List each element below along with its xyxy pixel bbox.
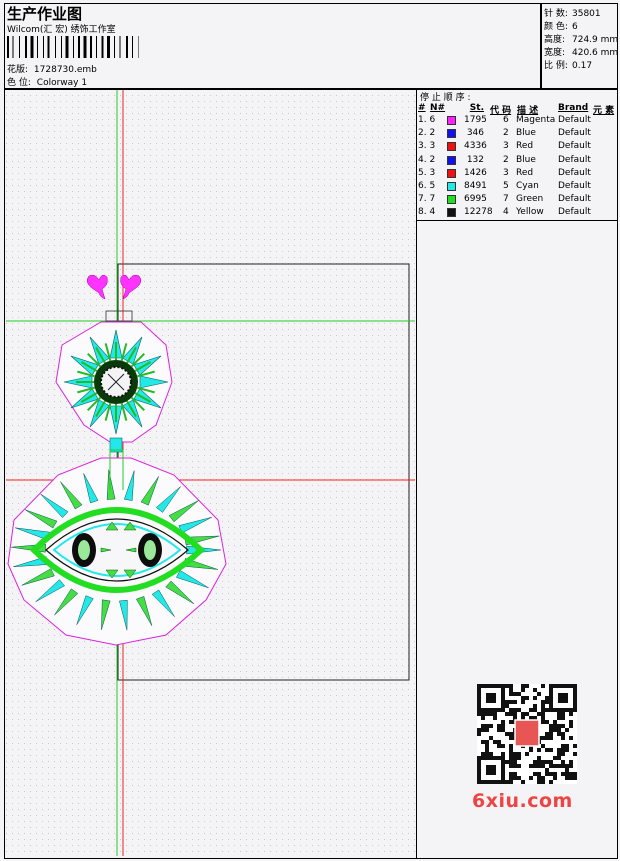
sequence-num: 7. 7 <box>418 194 436 205</box>
sequence-desc: Red <box>516 141 534 152</box>
stat-value: 724.9 mm <box>572 35 619 45</box>
sequence-desc: Blue <box>516 128 536 139</box>
design-canvas <box>6 90 415 856</box>
stop-sequence-title: 停 止 顺 序 : <box>420 93 471 103</box>
sequence-num: 6. 5 <box>418 181 436 191</box>
stat-width: 宽度: 420.6 mm <box>544 45 618 58</box>
sequence-st: 1795 <box>464 115 487 125</box>
sequence-brand: Default <box>558 141 591 152</box>
sequence-brand: Default <box>558 181 591 191</box>
sequence-code: 2 <box>503 128 509 139</box>
sequence-st: 6995 <box>464 194 487 205</box>
sequence-row: 1. 6 1795 6 Magenta Default <box>418 115 618 128</box>
col-header-n: N# <box>430 103 446 113</box>
color-swatch <box>447 142 456 152</box>
qr-code <box>477 684 577 784</box>
stat-height: 高度: 724.9 mm <box>544 32 618 45</box>
sequence-num: 5. 3 <box>418 167 436 178</box>
sequence-desc: Red <box>516 167 534 178</box>
color-swatch <box>447 195 456 205</box>
stat-scale: 比 例: 0.17 <box>544 58 592 71</box>
colorway-label: 色 位: <box>7 78 31 88</box>
sequence-num: 1. 6 <box>418 115 436 125</box>
watermark-logo: 6xiu.com <box>472 790 573 812</box>
sequence-num: 8. 4 <box>418 207 436 218</box>
sequence-brand: Default <box>558 194 591 205</box>
color-swatch <box>447 182 456 191</box>
color-swatch <box>447 168 456 178</box>
sequence-code: 7 <box>503 194 509 205</box>
color-swatch <box>447 129 456 139</box>
sequence-row: 8. 4 12278 4 Yellow Default <box>418 207 618 220</box>
colorway-value: Colorway 1 <box>36 78 88 88</box>
sequence-code: 3 <box>503 167 509 178</box>
stat-label: 宽度: <box>544 48 566 58</box>
sequence-desc: Green <box>516 194 544 205</box>
sequence-desc: Blue <box>516 154 536 165</box>
sequence-code: 6 <box>503 115 509 125</box>
sequence-st: 4336 <box>464 141 487 152</box>
sequence-brand: Default <box>558 128 591 139</box>
sequence-brand: Default <box>558 167 591 178</box>
sequence-row: 7. 7 6995 7 Green Default <box>418 194 618 207</box>
pattern-value: 1728730.emb <box>33 65 97 75</box>
sequence-st: 132 <box>466 154 484 165</box>
sequence-desc: Magenta <box>516 115 556 125</box>
stat-label: 颜 色: <box>544 22 568 32</box>
sequence-row: 2. 2 346 2 Blue Default <box>418 128 618 141</box>
stat-value: 420.6 mm <box>572 48 619 58</box>
col-header-brand: Brand <box>558 103 589 113</box>
pattern-line: 花版: 1728730.emb <box>7 62 97 75</box>
stat-value: 0.17 <box>572 61 593 71</box>
sequence-row: 6. 5 8491 5 Cyan Default <box>418 181 618 194</box>
sequence-num: 4. 2 <box>418 154 436 165</box>
stat-label: 针 数: <box>544 9 568 19</box>
sequence-brand: Default <box>558 154 591 165</box>
col-header-num: # <box>418 103 426 113</box>
sequence-brand: Default <box>558 207 591 218</box>
sequence-num: 3. 3 <box>418 141 436 152</box>
sequence-code: 2 <box>503 154 509 165</box>
stat-label: 高度: <box>544 35 566 45</box>
sequence-code: 3 <box>503 141 509 152</box>
sequence-st: 346 <box>466 128 484 139</box>
sequence-row: 4. 2 132 2 Blue Default <box>418 155 618 168</box>
stat-stitches: 针 数: 35801 <box>544 6 601 19</box>
sequence-code: 5 <box>503 181 509 191</box>
color-swatch <box>447 116 456 125</box>
stat-value: 35801 <box>572 9 601 19</box>
color-swatch <box>447 208 456 218</box>
sequence-st: 1426 <box>464 167 487 178</box>
sequence-brand: Default <box>558 115 591 125</box>
stat-label: 比 例: <box>544 61 568 71</box>
stat-value: 6 <box>572 22 578 32</box>
stat-colors: 颜 色: 6 <box>544 19 578 32</box>
colorway-line: 色 位: Colorway 1 <box>7 75 87 88</box>
barcode <box>7 36 139 58</box>
pattern-label: 花版: <box>7 65 29 75</box>
sequence-st: 12278 <box>464 207 493 218</box>
sequence-row: 3. 3 4336 3 Red Default <box>418 141 618 154</box>
sequence-desc: Cyan <box>516 181 539 191</box>
sequence-num: 2. 2 <box>418 128 436 139</box>
page-title: 生产作业图 <box>7 5 83 23</box>
col-header-st: St. <box>469 103 484 113</box>
color-swatch <box>447 155 456 165</box>
sequence-desc: Yellow <box>516 207 544 218</box>
sequence-code: 4 <box>503 207 509 218</box>
studio-name: Wilcom(汇 宏) 绣饰工作室 <box>7 25 116 35</box>
sequence-row: 5. 3 1426 3 Red Default <box>418 168 618 181</box>
sequence-st: 8491 <box>464 181 487 191</box>
